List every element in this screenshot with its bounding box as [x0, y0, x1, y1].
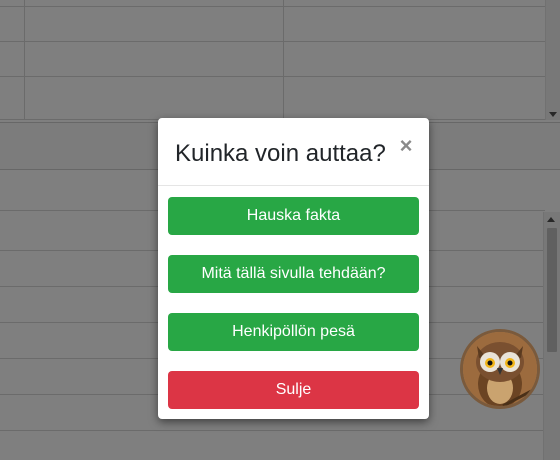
- close-icon[interactable]: ×: [396, 134, 416, 158]
- modal-title: Kuinka voin auttaa?: [175, 140, 386, 167]
- help-modal: Kuinka voin auttaa? × Hauska fakta Mitä …: [158, 118, 429, 419]
- owl-avatar[interactable]: [460, 329, 540, 409]
- owl-nest-button[interactable]: Henkipöllön pesä: [168, 313, 419, 351]
- fun-fact-button[interactable]: Hauska fakta: [168, 197, 419, 235]
- close-button[interactable]: Sulje: [168, 371, 419, 409]
- page-info-button[interactable]: Mitä tällä sivulla tehdään?: [168, 255, 419, 293]
- owl-icon: [463, 332, 537, 406]
- modal-header: Kuinka voin auttaa? ×: [158, 118, 429, 186]
